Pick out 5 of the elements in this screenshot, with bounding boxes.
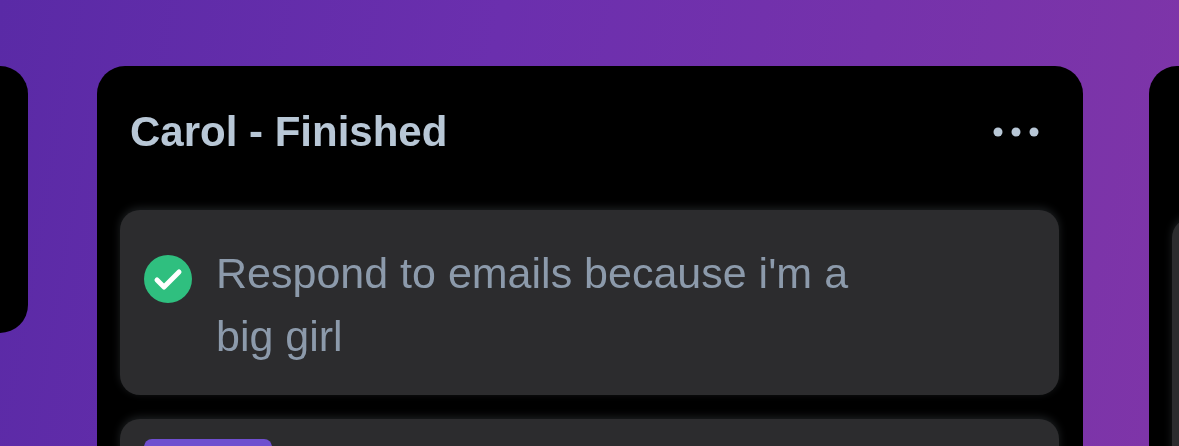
check-icon[interactable]	[144, 255, 192, 303]
more-icon[interactable]	[993, 127, 1039, 137]
task-card[interactable]: Respond to emails because i'm a big girl	[120, 210, 1059, 395]
column-title: Carol - Finished	[130, 107, 448, 157]
task-title: Respond to emails because i'm a big girl	[216, 248, 850, 362]
